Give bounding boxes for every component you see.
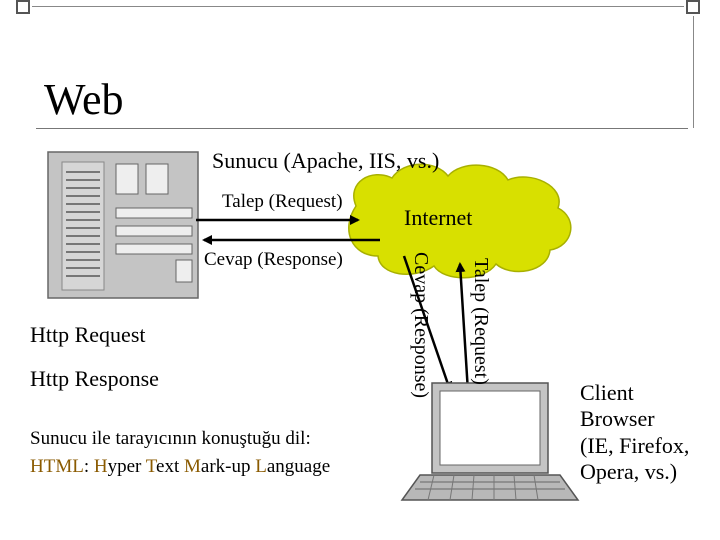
server-label: Sunucu (Apache, IIS, vs.) — [212, 148, 440, 173]
request-diagonal-label: Talep (Request) — [470, 258, 492, 385]
client-request-arrow — [455, 262, 470, 393]
response-diagonal-label: Cevap (Response) — [410, 252, 432, 399]
response-label: Cevap (Response) — [204, 249, 343, 270]
internet-label: Internet — [404, 205, 473, 230]
server-icon — [47, 151, 199, 299]
request-label: Talep (Request) — [222, 191, 343, 212]
http-request-label: Http Request — [30, 322, 146, 347]
laptop-icon — [400, 382, 580, 501]
language-line-2: HTML: Hyper Text Mark-up Language — [30, 456, 331, 477]
language-line-1: Sunucu ile tarayıcının konuştuğu dil: — [30, 428, 311, 449]
html-abbrev: HTML — [30, 456, 84, 477]
client-label: Client Browser (IE, Firefox, Opera, vs.) — [580, 380, 690, 485]
http-response-label: Http Response — [30, 366, 159, 391]
